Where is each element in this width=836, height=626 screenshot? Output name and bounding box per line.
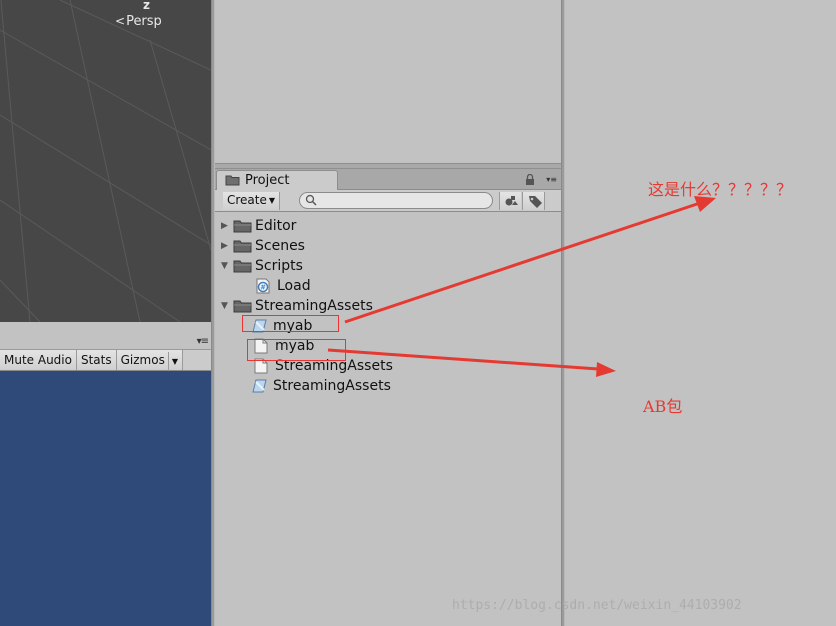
annotation-highlight-box: [247, 339, 346, 361]
gizmos-label: Gizmos: [120, 353, 165, 367]
scene-gizmo-axis[interactable]: z: [143, 0, 150, 12]
gizmos-dropdown-icon[interactable]: ▼: [167, 352, 178, 372]
create-button[interactable]: Create ▼: [223, 192, 281, 210]
tree-item-label: Scenes: [255, 238, 305, 254]
game-toolbar: Mute Audio Stats Gizmos ▼: [0, 349, 211, 372]
filter-by-label-button[interactable]: [522, 192, 545, 210]
tree-item-label: StreamingAssets: [255, 298, 373, 314]
filter-type-icon: [505, 196, 518, 206]
scene-persp-toggle[interactable]: <Persp: [115, 14, 162, 29]
tree-item-label: Editor: [255, 218, 297, 234]
create-label: Create: [227, 193, 267, 207]
scene-grid: [0, 0, 211, 322]
folder-icon: [233, 218, 253, 234]
tree-item-streamingassets-bundle[interactable]: StreamingAssets: [251, 376, 391, 396]
persp-arrow-icon: <: [115, 14, 126, 28]
folder-open-icon: [233, 258, 253, 274]
persp-label: Persp: [126, 14, 162, 29]
tab-project-label: Project: [245, 173, 290, 188]
gizmos-button[interactable]: Gizmos ▼: [116, 350, 183, 372]
annotation-question: 这是什么？？？？？: [648, 180, 793, 199]
assetbundle-icon: [251, 378, 271, 394]
expanded-triangle-icon[interactable]: ▼: [221, 301, 231, 311]
annotation-ab-label: AB包: [643, 397, 683, 416]
tree-item-label: Scripts: [255, 258, 303, 274]
folder-icon: [233, 238, 253, 254]
tree-item-scripts[interactable]: ▼ Scripts: [221, 256, 303, 276]
tree-item-label: StreamingAssets: [273, 378, 391, 394]
project-panel: Project ▾≡ Create ▼ ▶ Editor ▶ Scenes ▼ …: [215, 169, 561, 626]
project-toolbar: Create ▼: [215, 190, 561, 212]
panel-menu-icon[interactable]: ▾≡: [546, 175, 557, 184]
tab-project[interactable]: Project: [216, 170, 338, 191]
search-field[interactable]: [299, 192, 493, 209]
search-input[interactable]: [320, 193, 488, 208]
panel-splitter-right[interactable]: [561, 0, 565, 626]
scene-view[interactable]: z <Persp: [0, 0, 211, 322]
inspector-panel: [566, 0, 836, 626]
project-tabbar: Project ▾≡: [215, 169, 561, 191]
filter-by-type-button[interactable]: [499, 192, 521, 210]
game-view-panel: ▾≡ Mute Audio Stats Gizmos ▼: [0, 322, 211, 626]
tree-item-label: Load: [277, 278, 311, 294]
create-dropdown-icon: ▼: [268, 196, 276, 205]
panel-menu-icon[interactable]: ▾≡: [197, 336, 209, 347]
tree-item-scenes[interactable]: ▶ Scenes: [221, 236, 305, 256]
tag-icon: [529, 196, 542, 208]
search-icon: [305, 194, 317, 210]
folder-open-icon: [233, 298, 253, 314]
collapsed-triangle-icon[interactable]: ▶: [221, 221, 231, 231]
annotation-highlight-box: [242, 315, 339, 332]
mute-audio-button[interactable]: Mute Audio: [0, 350, 77, 370]
csharp-script-icon: #: [255, 278, 275, 294]
tree-item-streamingassets-folder[interactable]: ▼ StreamingAssets: [221, 296, 373, 316]
watermark: https://blog.csdn.net/weixin_44103902: [452, 598, 742, 613]
tree-item-load[interactable]: # Load: [255, 276, 311, 296]
hierarchy-panel: [215, 0, 561, 164]
tree-item-editor[interactable]: ▶ Editor: [221, 216, 296, 236]
collapsed-triangle-icon[interactable]: ▶: [221, 241, 231, 251]
game-display[interactable]: [0, 371, 211, 626]
expanded-triangle-icon[interactable]: ▼: [221, 261, 231, 271]
stats-button[interactable]: Stats: [76, 350, 117, 370]
lock-icon[interactable]: [525, 173, 535, 189]
svg-text:#: #: [260, 284, 266, 292]
